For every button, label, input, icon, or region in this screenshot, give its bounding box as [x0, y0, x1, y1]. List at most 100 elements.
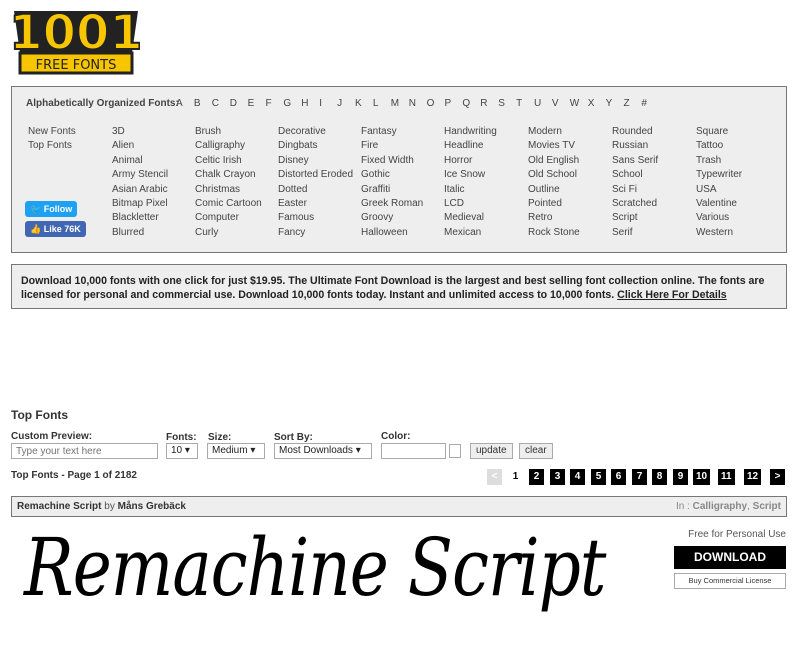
category-link[interactable]: LCD	[444, 197, 497, 211]
new-fonts-link[interactable]: New Fonts	[28, 125, 76, 139]
category-link[interactable]: USA	[696, 183, 742, 197]
category-link[interactable]: Serif	[612, 226, 658, 240]
category-link[interactable]: Sci Fi	[612, 183, 658, 197]
custom-preview-input[interactable]	[11, 443, 158, 459]
category-link[interactable]: Tattoo	[696, 139, 742, 153]
page-button[interactable]: 9	[673, 469, 688, 485]
category-link[interactable]: Fantasy	[361, 125, 423, 139]
category-link[interactable]: Movies TV	[528, 139, 580, 153]
category-link[interactable]: Fixed Width	[361, 154, 423, 168]
category-link[interactable]: Calligraphy	[195, 139, 262, 153]
facebook-like-button[interactable]: 👍 Like 76K	[25, 221, 86, 237]
category-link[interactable]: Medieval	[444, 211, 497, 225]
category-link[interactable]: Script	[612, 211, 658, 225]
category-link[interactable]: Typewriter	[696, 168, 742, 182]
category-link[interactable]: Horror	[444, 154, 497, 168]
letter-link[interactable]: W	[570, 98, 579, 109]
page-button[interactable]: 6	[611, 469, 626, 485]
color-swatch[interactable]	[449, 444, 461, 458]
clear-button[interactable]: clear	[519, 443, 553, 459]
category-link[interactable]: Various	[696, 211, 742, 225]
category-link[interactable]: Graffiti	[361, 183, 423, 197]
category-link[interactable]: Christmas	[195, 183, 262, 197]
letter-link[interactable]: M	[391, 98, 399, 109]
category-link[interactable]: Blurred	[112, 226, 168, 240]
letter-link[interactable]: L	[373, 98, 379, 109]
category-link[interactable]: Fancy	[278, 226, 353, 240]
category-link[interactable]: Easter	[278, 197, 353, 211]
category-link[interactable]: Scratched	[612, 197, 658, 211]
letter-link[interactable]: S	[498, 98, 505, 109]
category-link[interactable]: Rock Stone	[528, 226, 580, 240]
letter-link[interactable]: B	[194, 98, 201, 109]
category-link[interactable]: Distorted Eroded	[278, 168, 353, 182]
next-page-button[interactable]: >	[770, 469, 785, 485]
page-button[interactable]: 2	[529, 469, 544, 485]
page-button[interactable]: 8	[652, 469, 667, 485]
page-button[interactable]: 3	[550, 469, 565, 485]
site-logo[interactable]: 1001 FREE FONTS	[8, 3, 144, 75]
category-link[interactable]: Chalk Crayon	[195, 168, 262, 182]
letter-link[interactable]: T	[516, 98, 522, 109]
category-link[interactable]: Celtic Irish	[195, 154, 262, 168]
category-link-calligraphy[interactable]: Calligraphy	[693, 501, 747, 512]
category-link[interactable]: Square	[696, 125, 742, 139]
category-link[interactable]: Army Stencil	[112, 168, 168, 182]
top-fonts-link[interactable]: Top Fonts	[28, 139, 76, 153]
category-link[interactable]: Outline	[528, 183, 580, 197]
download-button[interactable]: DOWNLOAD	[674, 546, 786, 569]
letter-link[interactable]: N	[409, 98, 416, 109]
twitter-follow-button[interactable]: 🐦 Follow	[25, 201, 78, 217]
category-link[interactable]: Retro	[528, 211, 580, 225]
category-link[interactable]: Mexican	[444, 226, 497, 240]
category-link[interactable]: Famous	[278, 211, 353, 225]
category-link[interactable]: Brush	[195, 125, 262, 139]
letter-link[interactable]: U	[534, 98, 541, 109]
fonts-count-select[interactable]: 10 ▾	[166, 443, 198, 459]
category-link[interactable]: Handwriting	[444, 125, 497, 139]
size-select[interactable]: Medium ▾	[207, 443, 265, 459]
category-link[interactable]: Dotted	[278, 183, 353, 197]
category-link[interactable]: Curly	[195, 226, 262, 240]
letter-link[interactable]: D	[230, 98, 237, 109]
letter-link[interactable]: G	[283, 98, 291, 109]
category-link[interactable]: Russian	[612, 139, 658, 153]
category-link-script[interactable]: Script	[753, 501, 781, 512]
category-link[interactable]: Disney	[278, 154, 353, 168]
category-link[interactable]: Fire	[361, 139, 423, 153]
color-input[interactable]	[381, 443, 446, 459]
category-link[interactable]: Halloween	[361, 226, 423, 240]
details-link[interactable]: Click Here For Details	[617, 289, 727, 301]
category-link[interactable]: Decorative	[278, 125, 353, 139]
category-link[interactable]: Trash	[696, 154, 742, 168]
category-link[interactable]: Italic	[444, 183, 497, 197]
letter-link[interactable]: Z	[624, 98, 630, 109]
letter-link[interactable]: C	[212, 98, 219, 109]
category-link[interactable]: Bitmap Pixel	[112, 197, 168, 211]
letter-link[interactable]: A	[176, 98, 183, 109]
category-link[interactable]: Rounded	[612, 125, 658, 139]
page-button[interactable]: 7	[632, 469, 647, 485]
prev-page-button[interactable]: <	[487, 469, 502, 485]
page-button[interactable]: 12	[744, 469, 762, 485]
category-link[interactable]: Alien	[112, 139, 168, 153]
category-link[interactable]: Ice Snow	[444, 168, 497, 182]
letter-link[interactable]: J	[337, 98, 342, 109]
page-button[interactable]: 10	[693, 469, 711, 485]
category-link[interactable]: Computer	[195, 211, 262, 225]
letter-link[interactable]: Q	[462, 98, 470, 109]
category-link[interactable]: Gothic	[361, 168, 423, 182]
category-link[interactable]: Dingbats	[278, 139, 353, 153]
author-link[interactable]: Måns Grebäck	[118, 501, 186, 512]
category-link[interactable]: 3D	[112, 125, 168, 139]
category-link[interactable]: Valentine	[696, 197, 742, 211]
category-link[interactable]: Animal	[112, 154, 168, 168]
letter-link[interactable]: E	[248, 98, 255, 109]
category-link[interactable]: Asian Arabic	[112, 183, 168, 197]
commercial-license-button[interactable]: Buy Commercial License	[674, 573, 786, 589]
letter-link[interactable]: #	[641, 98, 647, 109]
category-link[interactable]: Greek Roman	[361, 197, 423, 211]
category-link[interactable]: Pointed	[528, 197, 580, 211]
font-name-link[interactable]: Remachine Script	[17, 501, 101, 512]
letter-link[interactable]: X	[588, 98, 595, 109]
